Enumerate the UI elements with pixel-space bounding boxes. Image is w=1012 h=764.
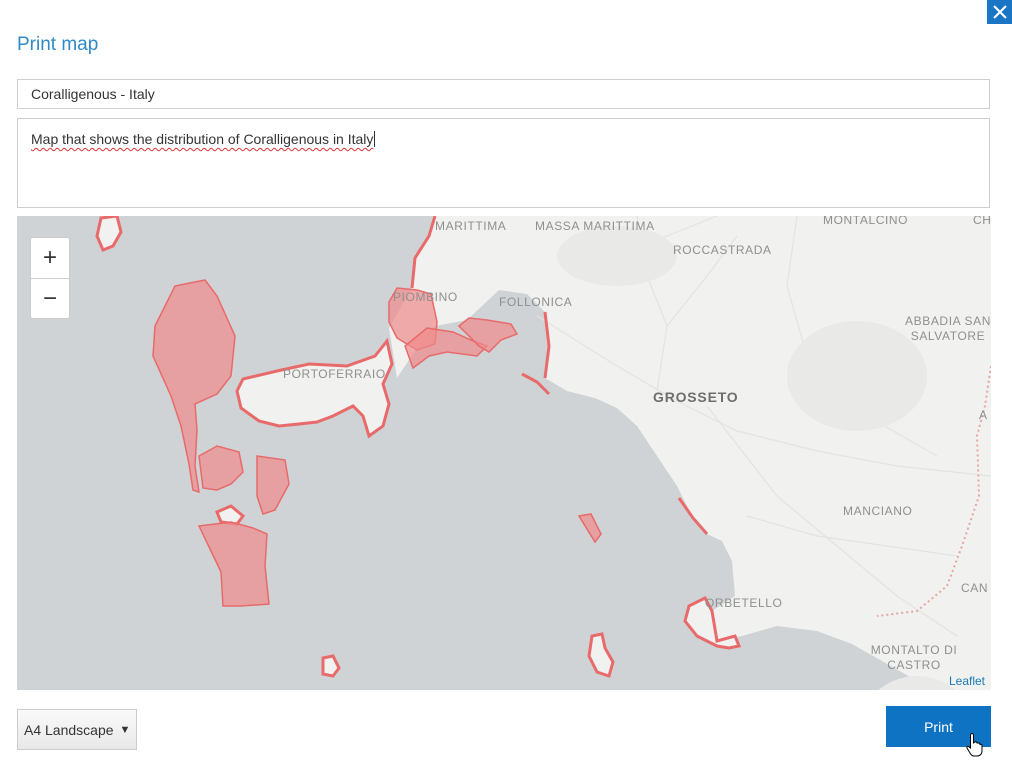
map-label-portoferraio: PORTOFERRAIO [283,367,386,381]
map-label-montalcino: MONTALCINO [823,216,909,227]
dialog-title: Print map [17,34,99,55]
map-label-manciano: MANCIANO [843,504,913,518]
text-caret [374,131,376,147]
zoom-in-button[interactable]: + [31,238,69,278]
zoom-out-button[interactable]: − [31,279,69,319]
sea-area [17,216,932,690]
map-label-abbadia-san-salvatore: ABBADIA SAN SALVATORE [905,314,991,343]
map-label-grosseto: GROSSETO [653,389,739,405]
map-label-marittima: MARITTIMA [435,219,507,233]
zoom-control: + − [30,237,70,319]
leaflet-attribution-link[interactable]: Leaflet [949,674,985,688]
map-label-roccastrada: ROCCASTRADA [673,243,772,257]
map-label-massa-marittima: MASSA MARITTIMA [535,219,655,233]
map-canvas[interactable] [17,216,991,690]
close-icon [992,5,1007,19]
map-label-can: CAN [961,581,989,595]
map-title-input[interactable] [17,79,990,109]
map-label-piombino: PIOMBINO [393,290,458,304]
map-label-a: A [979,408,988,422]
close-button[interactable] [987,0,1012,24]
map-description-textarea[interactable]: Map that shows the distribution of Coral… [17,118,990,208]
hand-pointer-icon [966,733,983,757]
paper-format-select[interactable]: A4 Landscape ▼ [17,709,137,750]
map-label-ch: CH [973,216,991,227]
map-label-orbetello: ORBETELLO [705,596,783,610]
map-view[interactable]: + − MARITTIMA MASSA MARITTIMA MONTALCINO… [17,216,991,690]
dropdown-arrow-icon: ▼ [119,723,131,736]
map-label-follonica: FOLLONICA [499,295,573,309]
description-text: Map that shows the distribution of Coral… [31,131,374,147]
map-label-montalto-di-castro: MONTALTO DI CASTRO [870,643,958,672]
paper-format-value: A4 Landscape [24,721,114,738]
